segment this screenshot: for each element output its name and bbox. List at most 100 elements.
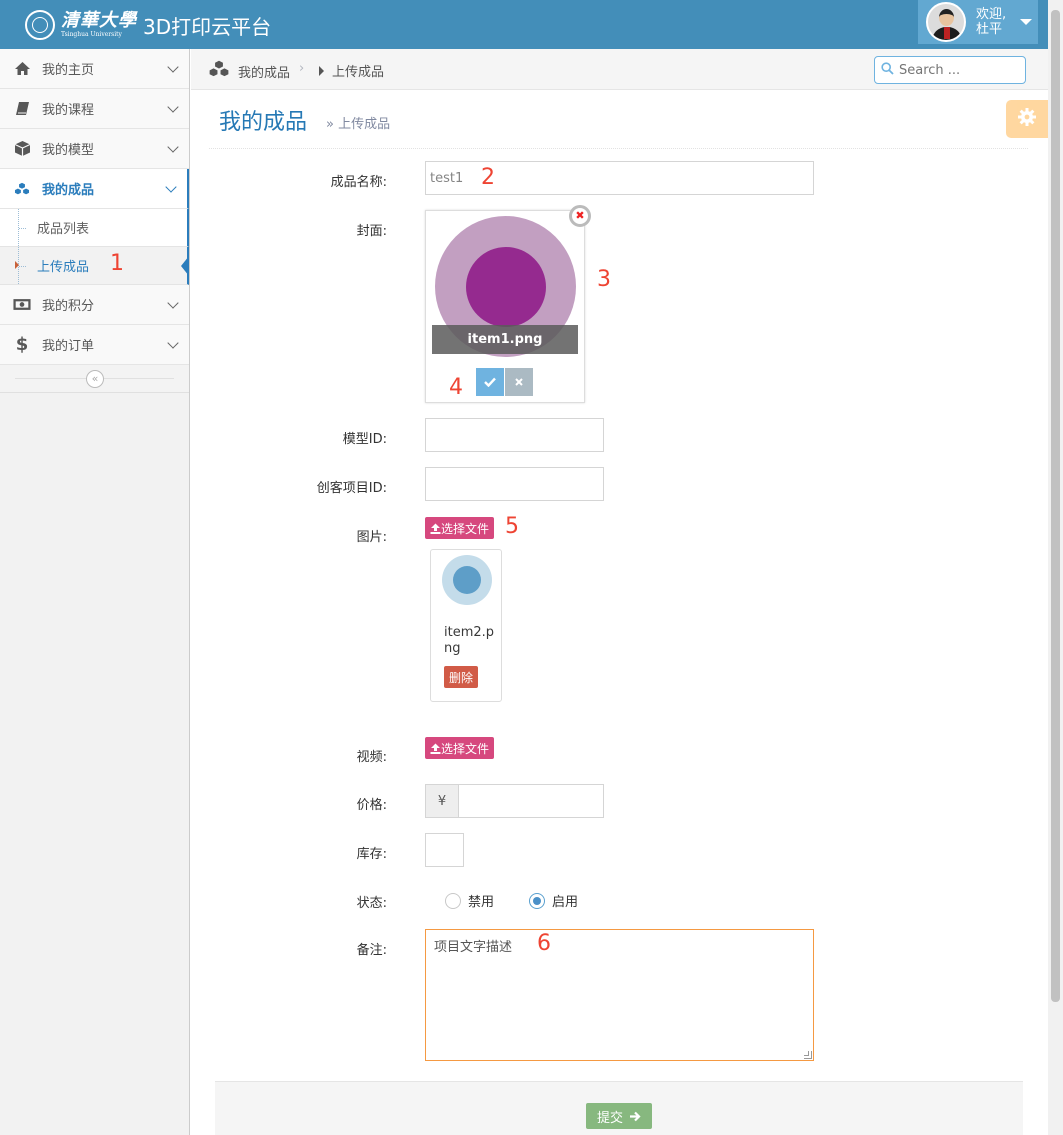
name-label: 成品名称: xyxy=(330,175,387,190)
app-title: 3D打印云平台 xyxy=(143,14,272,39)
form-actions: 提交 xyxy=(215,1081,1023,1135)
sidebar-subitem-product-list[interactable]: 成品列表 xyxy=(0,209,189,247)
chevron-down-icon xyxy=(167,141,179,153)
submit-label: 提交 xyxy=(596,1110,623,1126)
annotation-2: 2 xyxy=(481,165,495,190)
search-box[interactable] xyxy=(874,56,1026,84)
model-id-label: 模型ID: xyxy=(342,432,387,447)
sidebar-item-label: 我的主页 xyxy=(42,63,95,78)
price-input[interactable] xyxy=(458,784,604,818)
price-label: 价格: xyxy=(356,798,387,813)
upload-icon xyxy=(430,743,441,754)
status-label: 状态: xyxy=(356,896,387,911)
chevron-down-icon xyxy=(167,297,179,309)
remark-value: 项目文字描述 xyxy=(434,940,513,955)
breadcrumb-home[interactable]: 我的成品 xyxy=(207,59,290,83)
welcome-text: 欢迎, 杜平 xyxy=(976,7,1006,37)
sidebar-item-home[interactable]: 我的主页 xyxy=(0,49,189,89)
brand-logo-text: 清華大學 Tsinghua University xyxy=(61,12,137,38)
times-icon xyxy=(515,378,523,386)
image-card: item2.png 删除 xyxy=(430,549,502,702)
chevron-down-icon xyxy=(165,181,177,193)
status-radio-disabled[interactable]: 禁用 xyxy=(445,891,494,910)
image-filename: item2.png xyxy=(444,625,495,656)
dollar-icon: $ xyxy=(15,334,29,355)
double-left-icon[interactable]: « xyxy=(86,370,104,388)
video-pick-file-button[interactable]: 选择文件 xyxy=(425,737,495,759)
sidebar-item-label: 我的积分 xyxy=(42,299,95,314)
caret-right-icon xyxy=(319,65,324,76)
remark-textarea[interactable]: 项目文字描述 xyxy=(425,929,814,1061)
gear-icon xyxy=(1017,107,1037,131)
annotation-5: 5 xyxy=(505,514,519,539)
tsinghua-seal-logo xyxy=(25,10,55,40)
delete-button[interactable]: 删除 xyxy=(444,666,479,688)
settings-button[interactable] xyxy=(1006,100,1048,138)
check-icon xyxy=(484,377,496,387)
breadcrumb: 我的成品 › 上传成品 xyxy=(191,49,1048,90)
avatar xyxy=(926,2,966,42)
stock-input[interactable] xyxy=(425,833,464,867)
close-icon[interactable]: ✖ xyxy=(569,205,591,227)
radio-circle-selected xyxy=(529,892,545,909)
sidebar: 我的主页 我的课程 我的模型 我的成品 成品列表 上传成品 1 我的积分 $ 我… xyxy=(0,49,190,1135)
search-input[interactable] xyxy=(899,62,1019,78)
project-id-label: 创客项目ID: xyxy=(316,481,387,496)
price-currency-addon: ¥ xyxy=(425,784,459,818)
sidebar-item-courses[interactable]: 我的课程 xyxy=(0,89,189,129)
product-name-value: test1 xyxy=(430,170,464,186)
chevron-down-icon xyxy=(167,61,179,73)
page-title: 我的成品 xyxy=(219,110,308,135)
breadcrumb-current-label: 上传成品 xyxy=(332,65,385,80)
annotation-4: 4 xyxy=(449,375,463,400)
cover-filename: item1.png xyxy=(432,325,578,354)
annotation-6: 6 xyxy=(537,931,551,956)
sidebar-item-label: 我的模型 xyxy=(42,143,95,158)
page-subtitle: » 上传成品 xyxy=(326,117,391,132)
remark-label: 备注: xyxy=(356,943,387,958)
chevron-down-icon xyxy=(167,101,179,113)
header-divider xyxy=(209,148,1028,149)
model-id-input[interactable] xyxy=(425,418,604,452)
sidebar-item-points[interactable]: 我的积分 xyxy=(0,285,189,325)
search-icon xyxy=(881,61,894,79)
cancel-button[interactable] xyxy=(505,368,533,396)
image-pick-file-button[interactable]: 选择文件 xyxy=(425,517,495,539)
resize-handle[interactable] xyxy=(804,1051,812,1059)
pick-file-label: 选择文件 xyxy=(441,521,490,536)
status-radio-enabled[interactable]: 启用 xyxy=(529,891,578,910)
page-scrollbar[interactable] xyxy=(1048,0,1063,1135)
welcome-label: 欢迎, xyxy=(976,7,1007,22)
user-menu[interactable]: 欢迎, 杜平 xyxy=(918,0,1038,44)
sidebar-item-models[interactable]: 我的模型 xyxy=(0,129,189,169)
sidebar-collapse-bar: « xyxy=(0,365,189,393)
cubes-icon xyxy=(207,59,231,83)
sidebar-subitem-label: 上传成品 xyxy=(37,260,90,275)
sidebar-subitem-label: 成品列表 xyxy=(37,222,90,237)
chevron-down-icon xyxy=(167,337,179,349)
confirm-button[interactable] xyxy=(476,368,504,396)
cover-label: 封面: xyxy=(356,224,387,239)
active-pointer xyxy=(181,256,189,276)
username: 杜平 xyxy=(976,22,1003,37)
scrollbar-thumb[interactable] xyxy=(1051,10,1060,1002)
project-id-input[interactable] xyxy=(425,467,604,501)
arrow-right-icon xyxy=(630,1111,641,1121)
sidebar-item-orders[interactable]: $ 我的订单 xyxy=(0,325,189,365)
brand[interactable]: 清華大學 Tsinghua University 3D打印云平台 xyxy=(25,10,271,40)
submit-button[interactable]: 提交 xyxy=(586,1103,652,1129)
sidebar-item-label: 我的成品 xyxy=(42,183,95,198)
sidebar-item-products[interactable]: 我的成品 xyxy=(0,169,189,209)
upload-icon xyxy=(430,523,441,534)
sidebar-subitem-upload-product[interactable]: 上传成品 1 xyxy=(0,247,189,285)
image-label: 图片: xyxy=(356,530,387,545)
sidebar-item-label: 我的课程 xyxy=(42,103,95,118)
book-icon xyxy=(13,100,31,118)
breadcrumb-current: 上传成品 xyxy=(319,61,384,80)
breadcrumb-home-label: 我的成品 xyxy=(238,65,291,81)
caret-right-icon xyxy=(15,261,19,269)
brand-english: Tsinghua University xyxy=(61,31,122,38)
video-label: 视频: xyxy=(356,750,387,765)
image-thumbnail xyxy=(442,555,492,605)
sidebar-item-label: 我的订单 xyxy=(42,339,95,354)
